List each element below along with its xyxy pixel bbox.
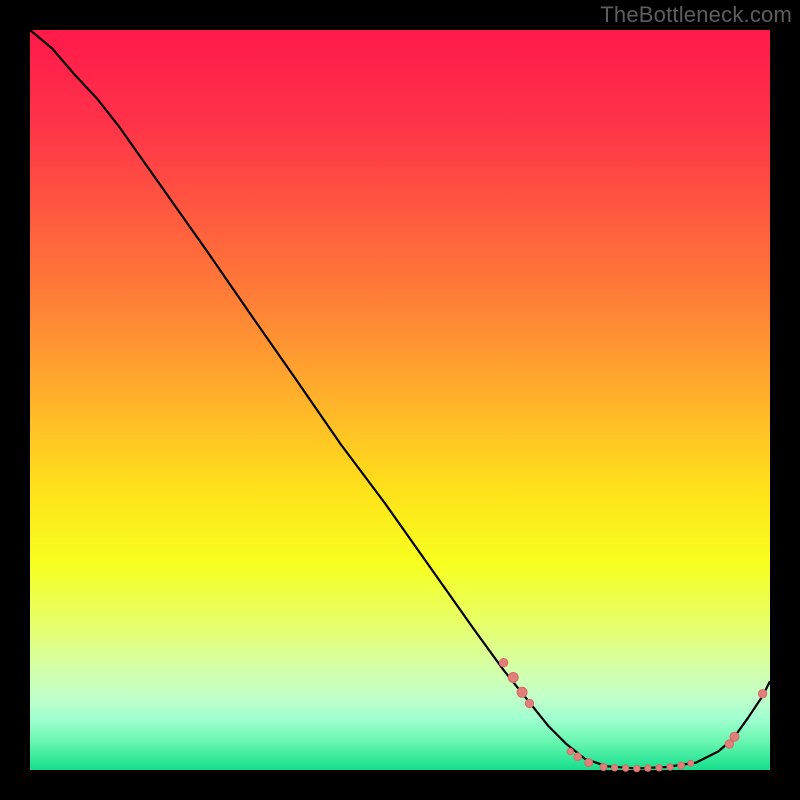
curve-marker [667,764,673,770]
plot-background [30,30,770,770]
curve-marker [585,759,593,767]
curve-marker [634,765,640,771]
curve-marker [623,765,629,771]
curve-marker [499,659,507,667]
curve-marker [574,753,582,761]
bottleneck-plot [0,0,800,800]
curve-marker [567,748,573,754]
watermark-text: TheBottleneck.com [600,2,792,28]
curve-marker [611,765,617,771]
curve-marker [645,765,651,771]
curve-marker [600,764,607,771]
curve-marker [688,760,694,766]
curve-marker [508,673,518,683]
curve-marker [656,765,662,771]
chart-stage: TheBottleneck.com [0,0,800,800]
curve-marker [678,762,685,769]
curve-marker [517,687,527,697]
curve-marker [758,690,766,698]
curve-marker [525,699,533,707]
curve-marker [730,732,739,741]
